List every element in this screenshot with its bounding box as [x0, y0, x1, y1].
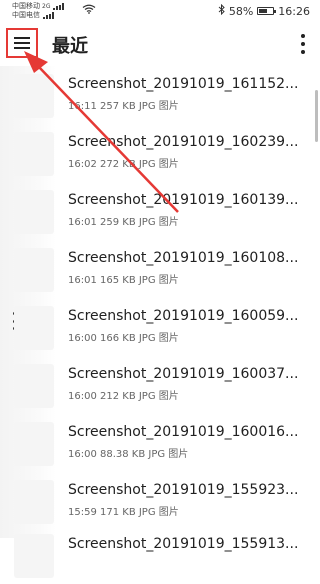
wifi-icon	[82, 4, 96, 17]
file-meta: 16:02 272 KB JPG 图片	[68, 159, 179, 170]
list-item[interactable]: Screenshot_20191019_160059... 16:00 166 …	[0, 298, 320, 356]
file-meta: 16:11 257 KB JPG 图片	[68, 101, 179, 112]
list-item[interactable]: Screenshot_20191019_160239... 16:02 272 …	[0, 124, 320, 182]
carrier-1: 中国移动	[12, 2, 40, 10]
file-name: Screenshot_20191019_161152...	[68, 76, 299, 92]
file-meta: 16:00 212 KB JPG 图片	[68, 391, 179, 402]
app-bar: 最近	[0, 22, 320, 66]
file-name: Screenshot_20191019_160239...	[68, 134, 299, 150]
file-thumbnail	[14, 74, 54, 118]
file-name: Screenshot_20191019_160037...	[68, 366, 299, 382]
carrier-1-network: 2G	[42, 3, 51, 10]
list-item[interactable]: Screenshot_20191019_160016... 16:00 88.3…	[0, 414, 320, 472]
file-name: Screenshot_20191019_160016...	[68, 424, 299, 440]
list-item[interactable]: Screenshot_20191019_160139... 16:01 259 …	[0, 182, 320, 240]
list-item[interactable]: Screenshot_20191019_160108... 16:01 165 …	[0, 240, 320, 298]
file-meta: 15:59 171 KB JPG 图片	[68, 507, 179, 518]
file-thumbnail	[14, 480, 54, 524]
list-item[interactable]: Screenshot_20191019_161152... 16:11 257 …	[0, 66, 320, 124]
file-meta: 16:00 88.38 KB JPG 图片	[68, 449, 189, 460]
list-item[interactable]: Screenshot_20191019_155913...	[0, 526, 320, 584]
file-name: Screenshot_20191019_155923...	[68, 482, 299, 498]
file-thumbnail	[14, 190, 54, 234]
signal-icon	[53, 3, 65, 10]
file-meta: 16:01 165 KB JPG 图片	[68, 275, 179, 286]
file-thumbnail	[14, 132, 54, 176]
file-thumbnail	[14, 248, 54, 292]
file-thumbnail	[14, 306, 54, 350]
list-item[interactable]: Screenshot_20191019_155923... 15:59 171 …	[0, 472, 320, 530]
file-thumbnail	[14, 422, 54, 466]
battery-percent: 58%	[228, 4, 254, 18]
carrier-info: 中国移动 2G 中国电信	[12, 2, 65, 20]
file-thumbnail	[14, 534, 54, 578]
carrier-2: 中国电信	[12, 11, 40, 19]
page-title: 最近	[52, 36, 88, 57]
overflow-menu-icon[interactable]	[300, 34, 306, 54]
status-bar: 中国移动 2G 中国电信 58% 16:26	[0, 0, 320, 22]
file-name: Screenshot_20191019_160059...	[68, 308, 299, 324]
battery-fill	[259, 9, 267, 13]
menu-button[interactable]	[6, 28, 38, 58]
file-name: Screenshot_20191019_160139...	[68, 192, 299, 208]
signal-icon-2	[43, 12, 54, 19]
file-thumbnail	[14, 364, 54, 408]
file-name: Screenshot_20191019_155913...	[68, 536, 299, 552]
battery-icon	[257, 7, 277, 15]
file-meta: 16:01 259 KB JPG 图片	[68, 217, 179, 228]
clock: 16:26	[278, 4, 310, 18]
hamburger-menu-icon	[14, 37, 30, 49]
scrollbar[interactable]	[315, 90, 318, 142]
bluetooth-icon	[218, 3, 225, 18]
status-right: 58% 16:26	[218, 3, 310, 18]
list-item[interactable]: Screenshot_20191019_160037... 16:00 212 …	[0, 356, 320, 414]
file-name: Screenshot_20191019_160108...	[68, 250, 299, 266]
file-meta: 16:00 166 KB JPG 图片	[68, 333, 179, 344]
